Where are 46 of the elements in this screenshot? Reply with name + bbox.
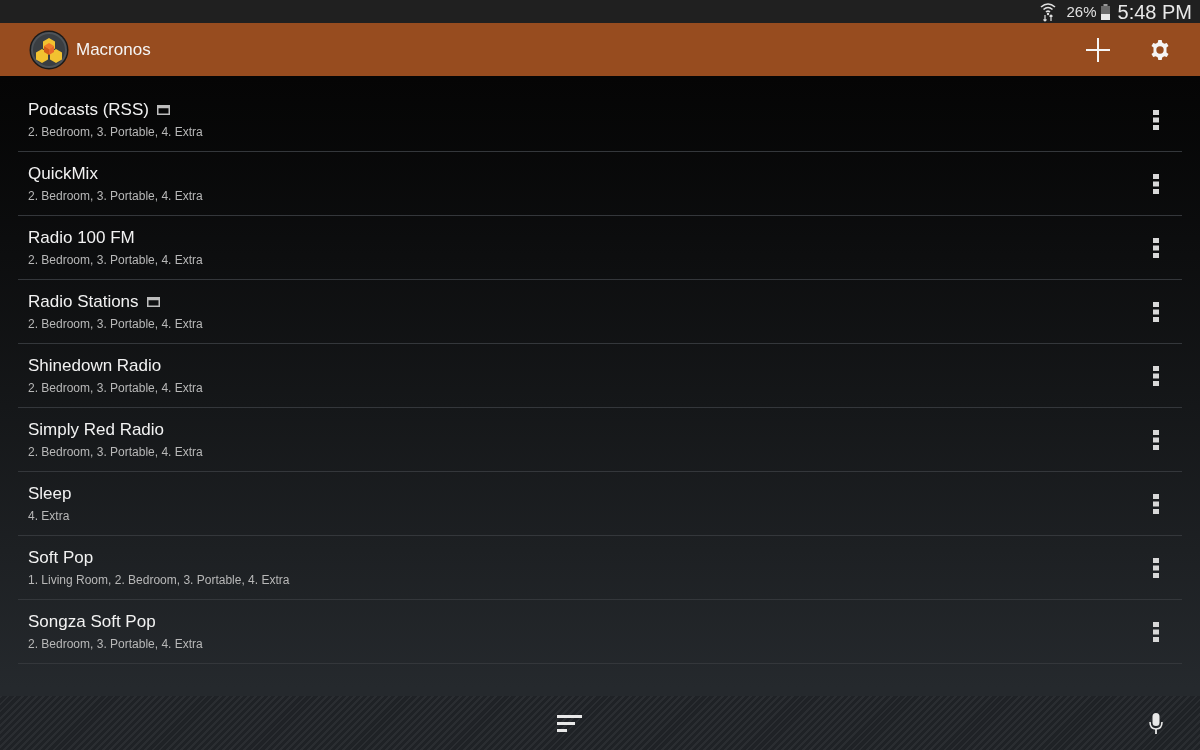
microphone-icon (1149, 712, 1163, 734)
item-subtitle: 2. Bedroom, 3. Portable, 4. Extra (28, 188, 204, 204)
more-icon (1153, 365, 1159, 386)
item-title: Radio Stations (28, 291, 139, 313)
item-subtitle: 2. Bedroom, 3. Portable, 4. Extra (28, 380, 204, 396)
list-item[interactable]: QuickMix 2. Bedroom, 3. Portable, 4. Extra (18, 152, 1182, 216)
more-icon (1153, 621, 1159, 642)
list-item[interactable]: Radio 100 FM 2. Bedroom, 3. Portable, 4. Extra (18, 216, 1182, 280)
more-icon (1153, 109, 1159, 130)
clock: 5:48 PM (1117, 0, 1192, 23)
item-subtitle: 1. Living Room, 2. Bedroom, 3. Portable, 4. Extra (28, 572, 291, 588)
sort-icon (556, 714, 582, 732)
item-title: Simply Red Radio (28, 419, 165, 441)
more-icon (1153, 557, 1159, 578)
list-item[interactable]: Podcasts (RSS) 2. Bedroom, 3. Portable, 4. Extra (18, 88, 1182, 152)
item-title: Songza Soft Pop (28, 611, 156, 633)
list-item[interactable]: Shinedown Radio 2. Bedroom, 3. Portable, 4. Extra (18, 344, 1182, 408)
item-subtitle: 2. Bedroom, 3. Portable, 4. Extra (28, 252, 204, 268)
more-icon (1153, 429, 1159, 450)
more-icon (1153, 173, 1159, 194)
item-title: Soft Pop (28, 547, 94, 569)
item-title: Sleep (28, 483, 72, 505)
battery-percent: 26% (1066, 2, 1097, 21)
item-title: Radio 100 FM (28, 227, 135, 249)
wifi-icon (1040, 1, 1057, 22)
app-logo-icon (29, 29, 69, 70)
battery-icon (1100, 3, 1110, 20)
item-subtitle: 4. Extra (28, 508, 71, 524)
list-item[interactable]: Songza Soft Pop 2. Bedroom, 3. Portable, 4. Extra (18, 600, 1182, 664)
settings-icon (1150, 39, 1170, 60)
list-item[interactable]: Simply Red Radio 2. Bedroom, 3. Portable, 4. Extra (18, 408, 1182, 472)
item-title: QuickMix (28, 163, 98, 185)
list-item[interactable]: Soft Pop 1. Living Room, 2. Bedroom, 3. Portable, 4. Extra (18, 536, 1182, 600)
more-icon (1153, 237, 1159, 258)
item-title: Shinedown Radio (28, 355, 162, 377)
item-subtitle: 2. Bedroom, 3. Portable, 4. Extra (28, 124, 204, 140)
item-subtitle: 2. Bedroom, 3. Portable, 4. Extra (28, 444, 204, 460)
list-item[interactable]: Sleep 4. Extra (18, 472, 1182, 536)
more-icon (1153, 301, 1159, 322)
list-item[interactable]: Radio Stations 2. Bedroom, 3. Portable, 4. Extra (18, 280, 1182, 344)
plus-icon (1086, 37, 1110, 62)
item-subtitle: 2. Bedroom, 3. Portable, 4. Extra (28, 636, 204, 652)
app-title: Macronos (76, 38, 151, 61)
more-icon (1153, 493, 1159, 514)
item-title: Podcasts (RSS) (28, 99, 149, 121)
item-subtitle: 2. Bedroom, 3. Portable, 4. Extra (28, 316, 204, 332)
